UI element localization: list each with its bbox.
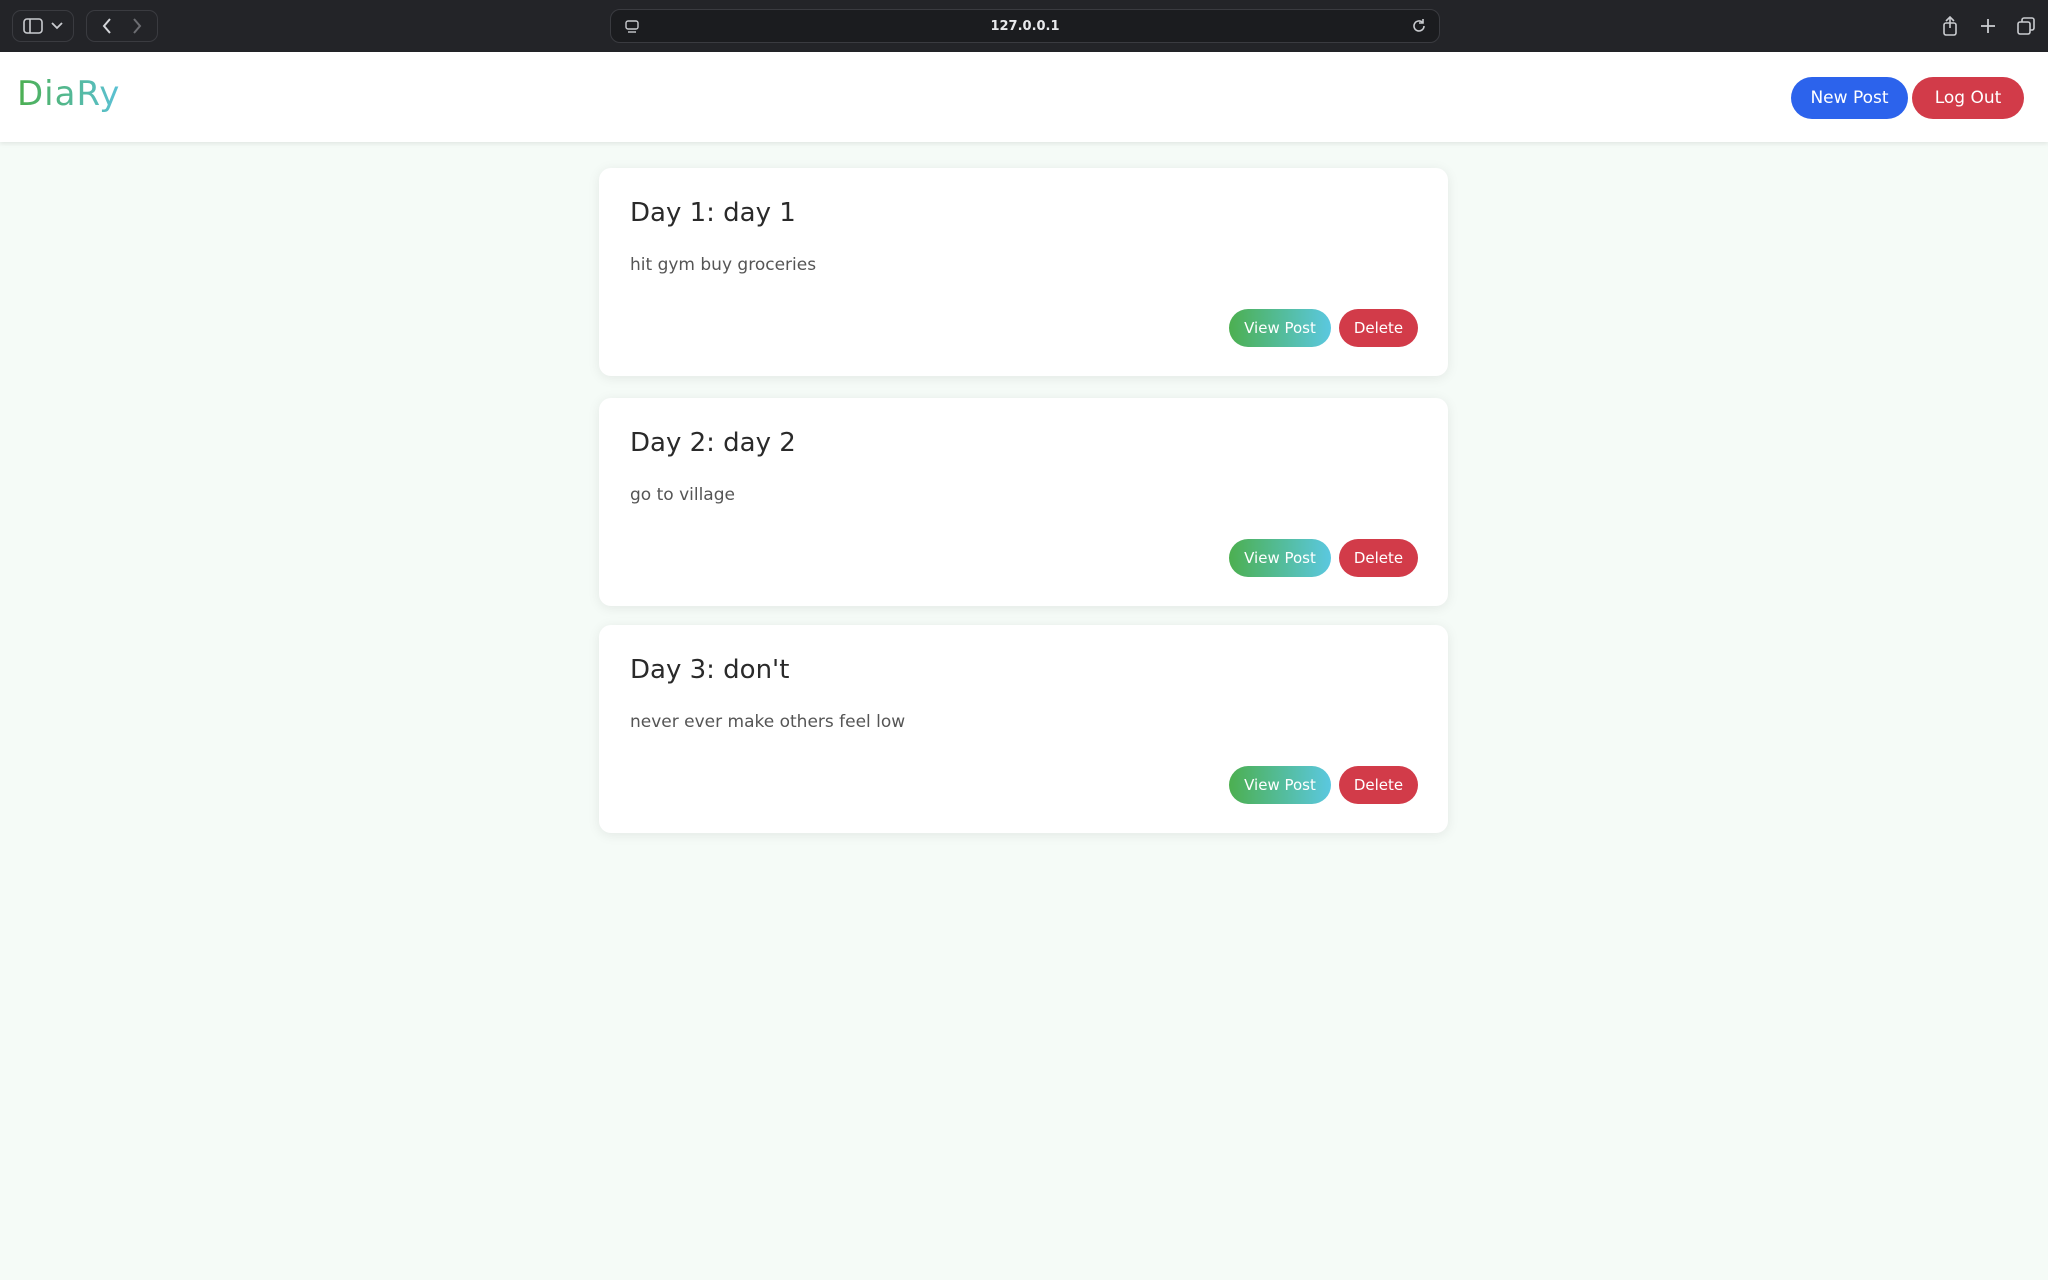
view-post-button[interactable]: View Post: [1229, 539, 1331, 577]
tab-overview-icon[interactable]: [2014, 10, 2038, 42]
log-out-button[interactable]: Log Out: [1912, 77, 2024, 119]
forward-icon[interactable]: [132, 18, 142, 34]
post-title: Day 2: day 2: [630, 428, 796, 458]
app-logo[interactable]: DiaRy: [17, 74, 120, 114]
view-post-button[interactable]: View Post: [1229, 309, 1331, 347]
delete-post-button[interactable]: Delete: [1339, 766, 1418, 804]
post-title: Day 3: don't: [630, 655, 790, 685]
sidebar-icon: [23, 18, 43, 34]
sidebar-toggle-button[interactable]: [12, 10, 74, 42]
post-card: Day 2: day 2 go to village View Post Del…: [599, 398, 1448, 606]
post-card: Day 1: day 1 hit gym buy groceries View …: [599, 168, 1448, 376]
navigation-buttons: [86, 10, 158, 42]
browser-toolbar: 127.0.0.1: [0, 0, 2048, 52]
post-title: Day 1: day 1: [630, 198, 796, 228]
post-body: go to village: [630, 485, 735, 505]
delete-post-button[interactable]: Delete: [1339, 539, 1418, 577]
post-card: Day 3: don't never ever make others feel…: [599, 625, 1448, 833]
chevron-down-icon: [51, 22, 63, 30]
share-icon[interactable]: [1938, 10, 1962, 42]
view-post-button[interactable]: View Post: [1229, 766, 1331, 804]
back-icon[interactable]: [102, 18, 112, 34]
app-header: DiaRy New Post Log Out: [0, 52, 2048, 142]
post-body: never ever make others feel low: [630, 712, 906, 732]
new-post-button[interactable]: New Post: [1791, 77, 1908, 119]
new-tab-icon[interactable]: [1976, 10, 2000, 42]
site-settings-icon[interactable]: [625, 19, 639, 38]
address-bar[interactable]: 127.0.0.1: [610, 9, 1440, 43]
url-text: 127.0.0.1: [990, 18, 1060, 34]
reload-icon[interactable]: [1411, 18, 1427, 38]
post-body: hit gym buy groceries: [630, 255, 817, 275]
delete-post-button[interactable]: Delete: [1339, 309, 1418, 347]
